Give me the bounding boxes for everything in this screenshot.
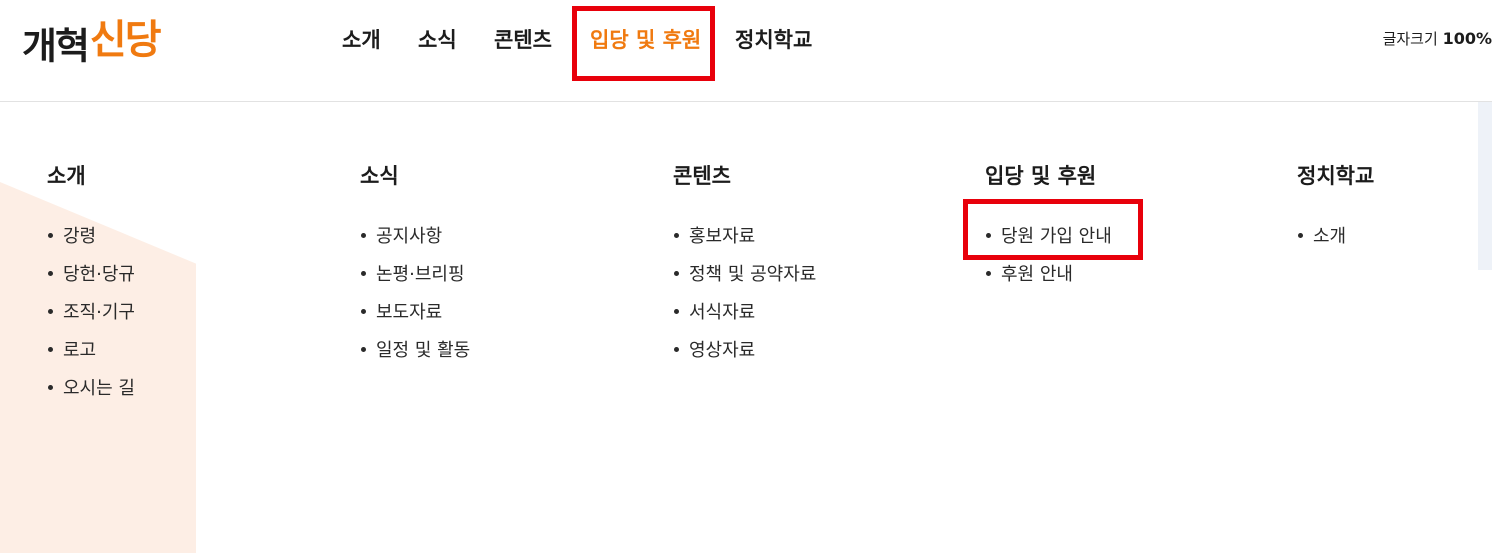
- nav-item-news[interactable]: 소식: [418, 24, 457, 54]
- submenu-item-video[interactable]: 영상자료: [673, 332, 953, 370]
- submenu-item-label: 서식자료: [689, 302, 756, 323]
- font-size-label: 글자크기: [1382, 30, 1438, 48]
- submenu-item-label: 로고: [63, 340, 97, 361]
- nav-item-about[interactable]: 소개: [342, 24, 381, 54]
- bullet-icon: [986, 270, 991, 276]
- submenu-list: 홍보자료 정책 및 공약자료 서식자료 영상자료: [673, 218, 953, 370]
- submenu-item-directions[interactable]: 오시는 길: [47, 370, 327, 408]
- submenu-list: 소개: [1297, 218, 1492, 256]
- submenu-list: 강령 당헌·당규 조직·기구 로고 오시는 길: [47, 218, 327, 408]
- menu-column-contents: 콘텐츠 홍보자료 정책 및 공약자료 서식자료 영상자료: [673, 162, 953, 370]
- site-header: 개혁 신당 소개 소식 콘텐츠 입당 및 후원 정치학교 글자크기 100%: [0, 0, 1492, 102]
- menu-column-join-support: 입당 및 후원 당원 가입 안내 후원 안내: [985, 162, 1265, 294]
- submenu-item-promo[interactable]: 홍보자료: [673, 218, 953, 256]
- submenu-item-label: 당원 가입 안내: [1001, 226, 1112, 247]
- menu-column-politics-school: 정치학교 소개: [1297, 162, 1492, 256]
- submenu-item-schedule[interactable]: 일정 및 활동: [360, 332, 640, 370]
- font-size-control[interactable]: 글자크기 100%: [1383, 28, 1492, 49]
- nav-item-politics-school[interactable]: 정치학교: [735, 24, 812, 54]
- submenu-item-label: 당헌·당규: [63, 264, 135, 285]
- site-logo[interactable]: 개혁 신당: [22, 8, 212, 78]
- bullet-icon: [48, 308, 53, 314]
- bullet-icon: [48, 270, 53, 276]
- submenu-item-notice[interactable]: 공지사항: [360, 218, 640, 256]
- submenu-item-label: 강령: [63, 226, 97, 247]
- menu-column-about: 소개 강령 당헌·당규 조직·기구 로고 오시는 길: [47, 162, 327, 408]
- submenu-item-policy[interactable]: 정책 및 공약자료: [673, 256, 953, 294]
- submenu-item-label: 일정 및 활동: [376, 340, 471, 361]
- bullet-icon: [361, 308, 366, 314]
- submenu-item-label: 오시는 길: [63, 378, 135, 399]
- submenu-item-press-release[interactable]: 보도자료: [360, 294, 640, 332]
- submenu-item-label: 보도자료: [376, 302, 443, 323]
- submenu-item-label: 소개: [1313, 226, 1347, 247]
- submenu-item-membership-guide[interactable]: 당원 가입 안내: [985, 218, 1265, 256]
- submenu-item-charter[interactable]: 당헌·당규: [47, 256, 327, 294]
- bullet-icon: [361, 232, 366, 238]
- bullet-icon: [674, 346, 679, 352]
- submenu-item-label: 공지사항: [376, 226, 443, 247]
- bullet-icon: [361, 270, 366, 276]
- submenu-list: 공지사항 논평·브리핑 보도자료 일정 및 활동: [360, 218, 640, 370]
- submenu-item-forms[interactable]: 서식자료: [673, 294, 953, 332]
- bullet-icon: [361, 346, 366, 352]
- menu-column-title: 입당 및 후원: [985, 164, 1097, 188]
- font-size-value: 100%: [1442, 29, 1492, 48]
- submenu-item-donation-guide[interactable]: 후원 안내: [985, 256, 1265, 294]
- menu-column-title: 소개: [47, 164, 86, 188]
- nav-item-contents[interactable]: 콘텐츠: [494, 24, 552, 54]
- submenu-item-logo[interactable]: 로고: [47, 332, 327, 370]
- bullet-icon: [48, 232, 53, 238]
- mega-menu: 소개 강령 당헌·당규 조직·기구 로고 오시는 길 소식 공지사항 논평·브리…: [0, 102, 1492, 553]
- bullet-icon: [1298, 232, 1303, 238]
- bullet-icon: [674, 308, 679, 314]
- bullet-icon: [986, 232, 991, 238]
- logo-text-part2: 신당: [89, 17, 162, 63]
- menu-column-news: 소식 공지사항 논평·브리핑 보도자료 일정 및 활동: [360, 162, 640, 370]
- bullet-icon: [48, 384, 53, 390]
- submenu-item-label: 후원 안내: [1001, 264, 1073, 285]
- menu-column-title: 소식: [360, 164, 399, 188]
- submenu-item-school-intro[interactable]: 소개: [1297, 218, 1492, 256]
- bullet-icon: [674, 232, 679, 238]
- menu-column-title: 정치학교: [1297, 164, 1375, 188]
- submenu-item-label: 정책 및 공약자료: [689, 264, 817, 285]
- submenu-item-briefing[interactable]: 논평·브리핑: [360, 256, 640, 294]
- submenu-item-label: 논평·브리핑: [376, 264, 465, 285]
- submenu-item-label: 조직·기구: [63, 302, 135, 323]
- submenu-list: 당원 가입 안내 후원 안내: [985, 218, 1265, 294]
- bullet-icon: [48, 346, 53, 352]
- menu-column-title: 콘텐츠: [673, 164, 731, 188]
- submenu-item-label: 영상자료: [689, 340, 756, 361]
- submenu-item-label: 홍보자료: [689, 226, 756, 247]
- logo-text-part1: 개혁: [22, 25, 90, 67]
- bullet-icon: [674, 270, 679, 276]
- submenu-item-organization[interactable]: 조직·기구: [47, 294, 327, 332]
- nav-item-join-support[interactable]: 입당 및 후원: [590, 24, 701, 54]
- submenu-item-platform[interactable]: 강령: [47, 218, 327, 256]
